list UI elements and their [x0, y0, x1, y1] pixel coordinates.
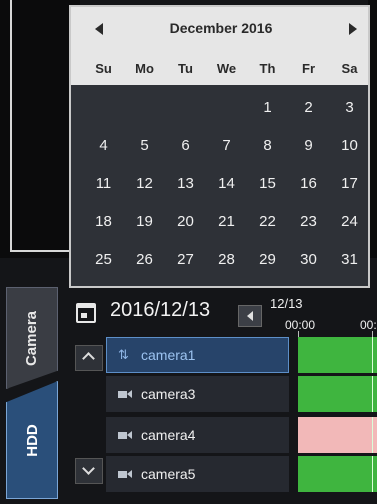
- tab-hdd[interactable]: HDD: [6, 381, 58, 499]
- calendar-day[interactable]: 27: [165, 241, 206, 279]
- weekday-label: Tu: [178, 61, 193, 76]
- timeline-divider: [372, 337, 373, 373]
- calendar-day[interactable]: 24: [329, 203, 370, 241]
- camera-list-item[interactable]: camera5: [106, 456, 289, 492]
- calendar-grid: Su Mo Tu We Th Fr Sa 1 2 3 4 5 6 7 8 9 10 11 12 13 14 15 16 17 1…: [83, 55, 369, 279]
- calendar-day[interactable]: 25: [83, 241, 124, 279]
- calendar-day[interactable]: 17: [329, 165, 370, 203]
- timeline-cell-camera4[interactable]: [298, 417, 377, 453]
- calendar-empty-cell: [165, 89, 206, 127]
- calendar-day[interactable]: 10: [329, 127, 370, 165]
- calendar-day[interactable]: 23: [288, 203, 329, 241]
- calendar-day[interactable]: 11: [83, 165, 124, 203]
- camera-name: camera1: [141, 347, 196, 363]
- weekday-label: Th: [259, 61, 276, 76]
- weekday-label: Su: [95, 61, 112, 76]
- calendar-day[interactable]: 7: [206, 127, 247, 165]
- timeline-prev-button[interactable]: [238, 305, 262, 327]
- calendar-icon[interactable]: [76, 303, 96, 323]
- weekday-label: Fr: [302, 61, 315, 76]
- calendar-empty-cell: [124, 89, 165, 127]
- timeline-time-label: 00:00: [285, 318, 316, 332]
- camera-name: camera4: [141, 427, 196, 443]
- timeline-divider: [372, 456, 373, 492]
- calendar-day[interactable]: 13: [165, 165, 206, 203]
- calendar-day[interactable]: 28: [206, 241, 247, 279]
- timeline-cell-camera3[interactable]: [298, 376, 377, 412]
- selected-date: 2016/12/13: [110, 299, 211, 321]
- timeline-divider: [372, 376, 373, 412]
- tab-camera[interactable]: Camera: [6, 287, 58, 389]
- tab-camera-label: Camera: [23, 310, 41, 366]
- camera-list-item[interactable]: camera3: [106, 376, 289, 412]
- timeline-time-label: 00:: [360, 318, 377, 332]
- weekday-label: We: [216, 61, 237, 76]
- camera-icon: [118, 469, 132, 479]
- calendar-day[interactable]: 19: [124, 203, 165, 241]
- calendar-day[interactable]: 31: [329, 241, 370, 279]
- timeline-cell-camera1[interactable]: [298, 337, 377, 373]
- calendar-day[interactable]: 22: [247, 203, 288, 241]
- calendar-day[interactable]: 6: [165, 127, 206, 165]
- camera-icon: [118, 389, 132, 399]
- calendar-day[interactable]: 30: [288, 241, 329, 279]
- calendar-day[interactable]: 20: [165, 203, 206, 241]
- calendar-day[interactable]: 26: [124, 241, 165, 279]
- scroll-down-button[interactable]: [75, 458, 103, 484]
- timeline-cell-camera5[interactable]: [298, 456, 377, 492]
- weekday-label: Sa: [341, 61, 358, 76]
- calendar-day[interactable]: 2: [288, 89, 329, 127]
- prev-month-icon[interactable]: [89, 20, 109, 40]
- calendar-day[interactable]: 5: [124, 127, 165, 165]
- side-tabs: Camera HDD: [0, 283, 62, 504]
- calendar-day[interactable]: 29: [247, 241, 288, 279]
- calendar-day[interactable]: 8: [247, 127, 288, 165]
- calendar-month-title: December 2016: [169, 20, 273, 36]
- camera-list-item[interactable]: ⇅ camera1: [106, 337, 289, 373]
- camera-icon: [118, 430, 132, 440]
- calendar-day[interactable]: 18: [83, 203, 124, 241]
- calendar-day[interactable]: 14: [206, 165, 247, 203]
- timeline-date-label: 12/13: [270, 296, 303, 311]
- camera-name: camera3: [141, 386, 196, 402]
- calendar-day[interactable]: 15: [247, 165, 288, 203]
- calendar-day[interactable]: 9: [288, 127, 329, 165]
- weekday-label: Mo: [135, 61, 154, 76]
- calendar-day[interactable]: 21: [206, 203, 247, 241]
- calendar-empty-cell: [206, 89, 247, 127]
- calendar-day[interactable]: 1: [247, 89, 288, 127]
- next-month-icon[interactable]: [343, 20, 363, 40]
- calendar-popup: December 2016 Su Mo Tu We Th Fr Sa 1 2 3 4 5 6 7 8 9 10 1…: [69, 5, 370, 288]
- camera-name: camera5: [141, 466, 196, 482]
- scroll-up-button[interactable]: [75, 345, 103, 371]
- video-panel: [0, 0, 80, 258]
- timeline-divider: [372, 417, 373, 453]
- video-frame: [10, 0, 72, 252]
- camera-list-item[interactable]: camera4: [106, 417, 289, 453]
- calendar-day[interactable]: 16: [288, 165, 329, 203]
- ptz-camera-icon: ⇅: [118, 347, 129, 362]
- tab-hdd-label: HDD: [23, 423, 41, 457]
- calendar-day[interactable]: 12: [124, 165, 165, 203]
- calendar-empty-cell: [83, 89, 124, 127]
- calendar-day[interactable]: 3: [329, 89, 370, 127]
- calendar-day[interactable]: 4: [83, 127, 124, 165]
